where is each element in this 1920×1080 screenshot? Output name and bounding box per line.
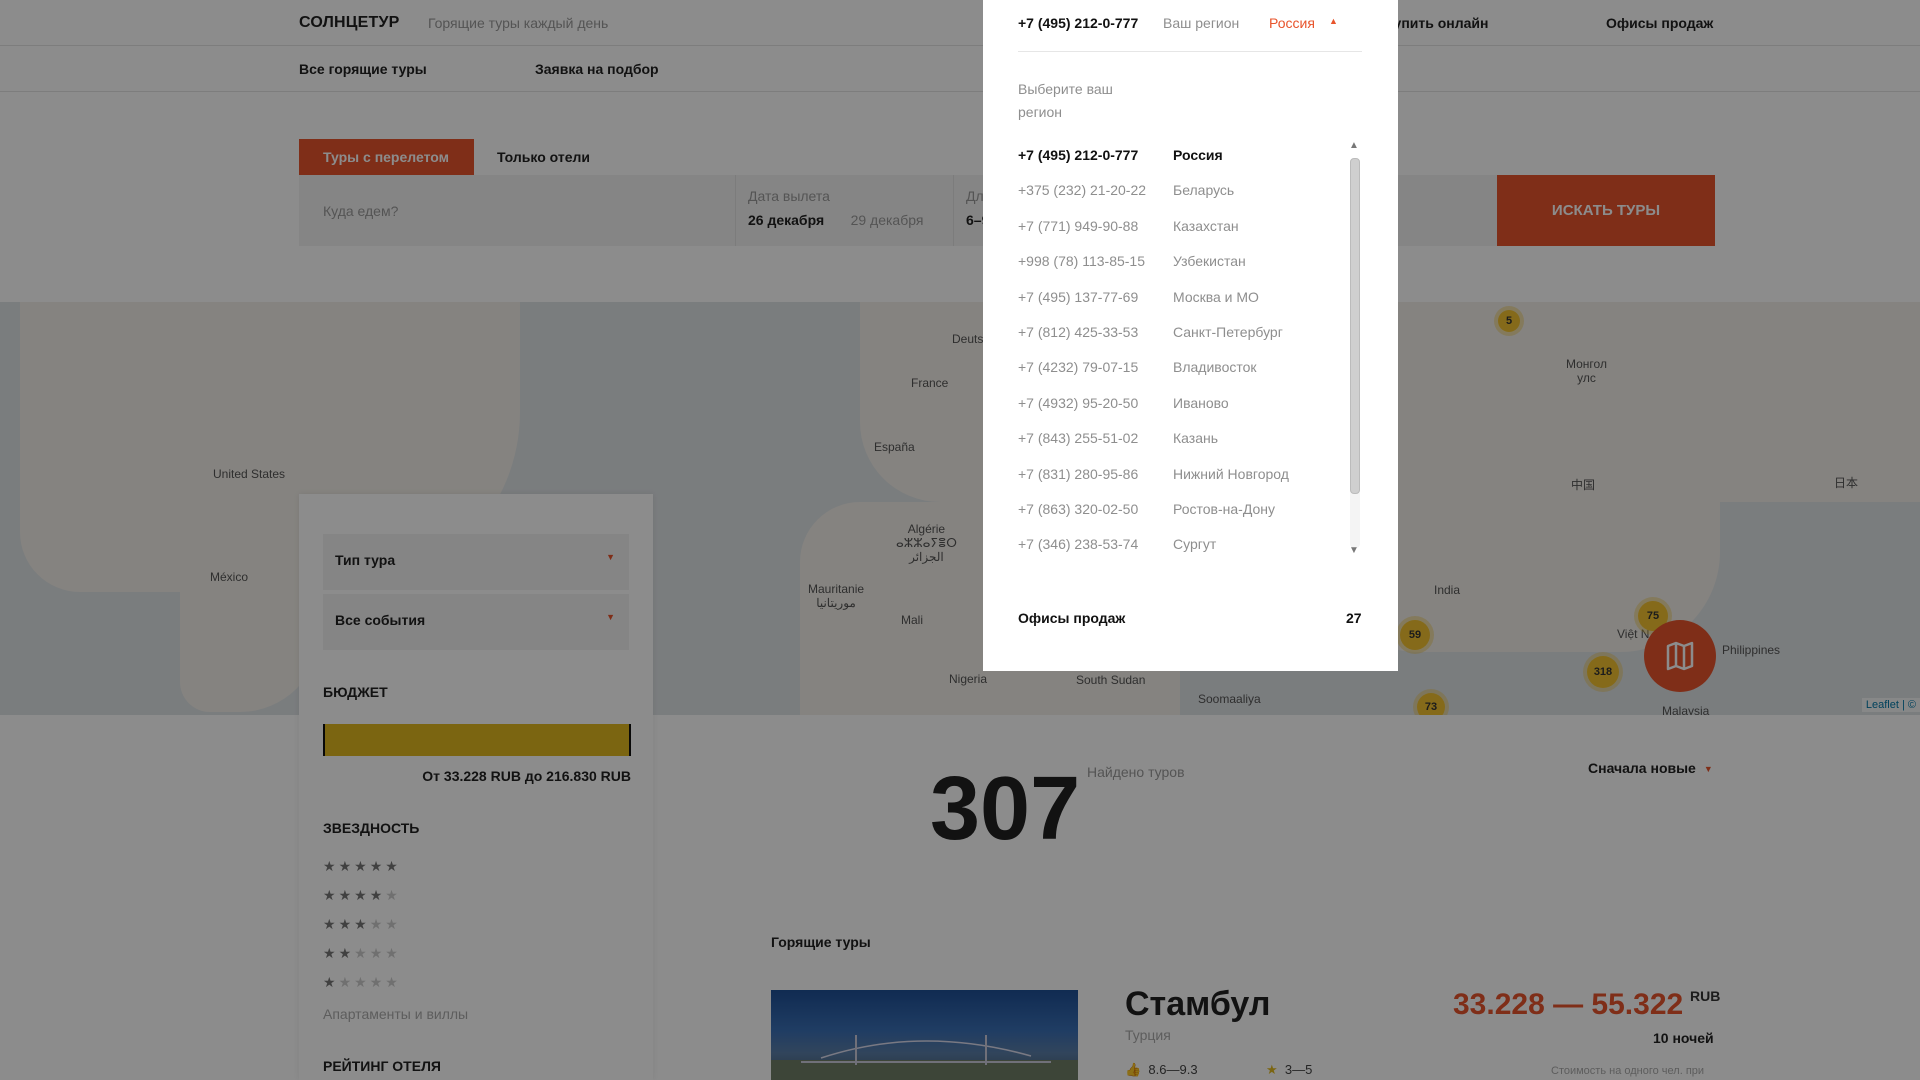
- current-phone[interactable]: +7 (495) 212-0-777: [1018, 15, 1138, 31]
- region-phone: +7 (843) 255-51-02: [1018, 430, 1139, 447]
- scrollbar-thumb[interactable]: [1350, 158, 1360, 494]
- region-phone: +7 (346) 238-53-74: [1018, 536, 1139, 553]
- region-name: Казань: [1173, 430, 1219, 447]
- region-name: Санкт-Петербург: [1173, 324, 1283, 340]
- region-phone: +7 (771) 949-90-88: [1018, 217, 1139, 234]
- divider: [1018, 51, 1362, 52]
- region-option[interactable]: +375 (232) 21-20-22 Беларусь: [1018, 182, 1348, 206]
- offices-count: 27: [1346, 610, 1362, 626]
- region-phone: +7 (812) 425-33-53: [1018, 324, 1139, 340]
- region-option[interactable]: +7 (495) 212-0-777 Россия: [1018, 147, 1348, 171]
- scroll-down-arrow-icon[interactable]: ▼: [1349, 545, 1359, 556]
- region-option[interactable]: +7 (843) 255-51-02 Казань: [1018, 430, 1348, 454]
- region-name: Сургут: [1173, 536, 1217, 553]
- caret-up-icon[interactable]: ▲: [1329, 16, 1338, 26]
- region-label: Ваш регион: [1163, 15, 1240, 31]
- region-option[interactable]: +7 (863) 320-02-50 Ростов-на-Дону: [1018, 501, 1348, 525]
- region-option[interactable]: +998 (78) 113-85-15 Узбекистан: [1018, 253, 1348, 277]
- region-name: Нижний Новгород: [1173, 465, 1289, 482]
- region-option[interactable]: +7 (771) 949-90-88 Казахстан: [1018, 218, 1348, 242]
- region-phone: +998 (78) 113-85-15: [1018, 253, 1145, 270]
- region-name: Ростов-на-Дону: [1173, 501, 1275, 517]
- region-name: Владивосток: [1173, 359, 1257, 376]
- region-option[interactable]: +7 (812) 425-33-53 Санкт-Петербург: [1018, 324, 1348, 348]
- region-name: Иваново: [1173, 394, 1229, 411]
- region-option[interactable]: +7 (346) 238-53-74 Сургут: [1018, 536, 1348, 560]
- region-option[interactable]: +7 (4232) 79-07-15 Владивосток: [1018, 359, 1348, 383]
- region-option[interactable]: +7 (831) 280-95-86 Нижний Новгород: [1018, 466, 1348, 490]
- region-option[interactable]: +7 (495) 137-77-69 Москва и МО: [1018, 289, 1348, 313]
- region-name: Беларусь: [1173, 182, 1235, 199]
- modal-overlay[interactable]: [0, 0, 1920, 1080]
- region-phone: +7 (863) 320-02-50: [1018, 501, 1139, 517]
- region-phone: +7 (831) 280-95-86: [1018, 465, 1139, 482]
- scroll-up-arrow-icon[interactable]: ▲: [1349, 140, 1359, 151]
- region-phone: +7 (495) 212-0-777: [1018, 147, 1139, 163]
- region-name: Узбекистан: [1173, 253, 1246, 270]
- region-phone: +7 (4232) 79-07-15: [1018, 359, 1139, 376]
- region-name: Москва и МО: [1173, 288, 1259, 305]
- region-list: +7 (495) 212-0-777 Россия +375 (232) 21-20…: [1018, 147, 1348, 567]
- region-phone: +7 (4932) 95-20-50: [1018, 394, 1139, 411]
- region-option[interactable]: +7 (4932) 95-20-50 Иваново: [1018, 395, 1348, 419]
- region-prompt: Выберите ваш регион: [1018, 81, 1113, 120]
- region-dropdown: +7 (495) 212-0-777 Ваш регион Россия ▲ В…: [983, 0, 1398, 671]
- region-phone: +375 (232) 21-20-22: [1018, 182, 1147, 199]
- region-toggle[interactable]: Россия: [1269, 15, 1315, 31]
- region-phone: +7 (495) 137-77-69: [1018, 288, 1139, 305]
- region-name: Казахстан: [1173, 217, 1239, 234]
- region-name: Россия: [1173, 147, 1223, 163]
- offices-link[interactable]: Офисы продаж: [1018, 610, 1125, 626]
